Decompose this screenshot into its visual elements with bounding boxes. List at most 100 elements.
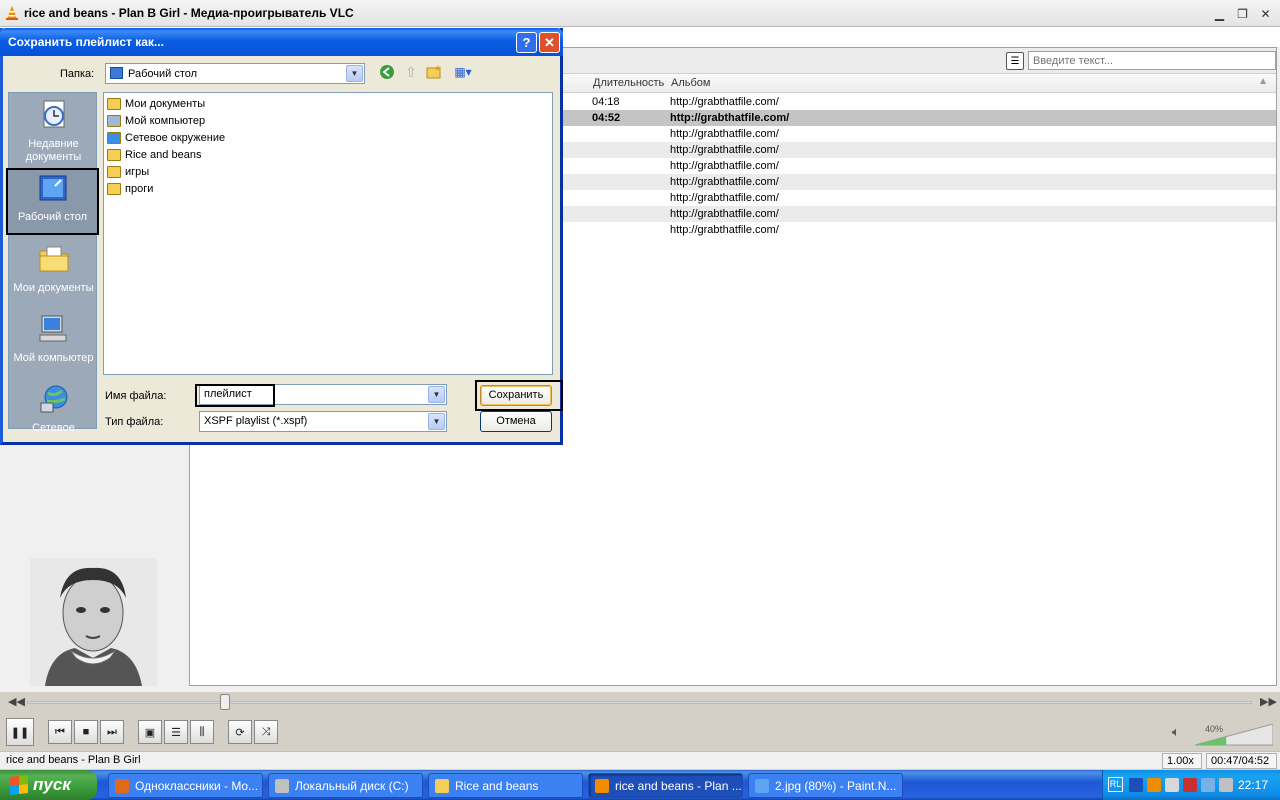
seek-bar: ◀◀ ▶▶ — [0, 692, 1280, 712]
column-duration[interactable]: Длительность — [593, 77, 664, 89]
taskbar-item[interactable]: Rice and beans — [428, 773, 583, 798]
playback-speed[interactable]: 1.00x — [1162, 753, 1202, 769]
folder-select[interactable]: Рабочий стол ▼ — [105, 63, 365, 84]
shuffle-button[interactable]: ⤨ — [254, 720, 278, 744]
status-text: rice and beans - Plan B Girl — [6, 754, 141, 766]
start-label: пуск — [33, 775, 71, 794]
next-button[interactable]: ⏭ — [100, 720, 124, 744]
list-item[interactable]: Мои документы — [107, 96, 205, 112]
network-icon — [107, 132, 121, 144]
my-documents-icon — [39, 246, 68, 272]
playlist-search-input[interactable] — [1028, 51, 1276, 70]
save-highlight — [475, 380, 563, 411]
restore-button[interactable]: ❐ — [1232, 3, 1253, 24]
new-folder-icon[interactable] — [424, 63, 444, 81]
list-item[interactable]: Сетевое окружение — [107, 130, 225, 146]
volume-tray-icon[interactable] — [1219, 778, 1233, 792]
list-item-label: Мои документы — [125, 98, 206, 110]
taskbar-item-label: Одноклассники - Mo... — [135, 778, 259, 793]
extended-settings-button[interactable]: ⫼ — [190, 720, 214, 744]
column-album[interactable]: Альбом — [671, 77, 710, 89]
list-item[interactable]: проги — [107, 181, 153, 197]
row-album: http://grabthatfile.com/ — [670, 176, 779, 188]
system-tray: RL 22:17 — [1102, 770, 1280, 800]
loop-button[interactable]: ⟳ — [228, 720, 252, 744]
list-item-label: игры — [125, 166, 150, 178]
save-playlist-dialog: Сохранить плейлист как... ? ✕ Папка: Раб… — [0, 28, 563, 445]
taskbar-item[interactable]: 2.jpg (80%) - Paint.N... — [748, 773, 903, 798]
row-album: http://grabthatfile.com/ — [670, 112, 790, 124]
album-art — [30, 558, 157, 686]
close-window-button[interactable]: ✕ — [1255, 3, 1276, 24]
language-indicator[interactable]: RL — [1108, 777, 1123, 792]
pause-button[interactable]: ❚❚ — [6, 718, 34, 746]
filename-highlight — [195, 384, 275, 407]
seek-track[interactable] — [27, 701, 1252, 704]
row-duration: 04:52 — [592, 112, 621, 124]
antivirus-icon[interactable] — [1183, 778, 1197, 792]
list-item[interactable]: Rice and beans — [107, 147, 201, 163]
seek-knob[interactable] — [220, 694, 231, 710]
filetype-select[interactable]: XSPF playlist (*.xspf) ▼ — [199, 411, 447, 432]
folder-icon — [435, 778, 449, 793]
fullscreen-button[interactable]: ▣ — [138, 720, 162, 744]
playlist-toggle-button[interactable]: ☰ — [164, 720, 188, 744]
previous-button[interactable]: ⏮ — [48, 720, 72, 744]
seek-back-icon[interactable]: ◀◀ — [8, 695, 25, 708]
view-menu-icon[interactable]: ▦▾ — [450, 63, 476, 81]
taskbar-item[interactable]: Локальный диск (C:) — [268, 773, 423, 798]
taskbar-item-label: 2.jpg (80%) - Paint.N... — [775, 778, 897, 793]
stop-button[interactable]: ■ — [74, 720, 98, 744]
taskbar-item[interactable]: Одноклассники - Mo... — [108, 773, 263, 798]
row-album: http://grabthatfile.com/ — [670, 160, 779, 172]
chevron-down-icon[interactable]: ▼ — [428, 413, 445, 430]
seek-forward-icon[interactable]: ▶▶ — [1260, 695, 1277, 708]
place-network[interactable]: Сетевое — [9, 383, 98, 435]
back-icon[interactable] — [377, 63, 397, 81]
tray-arrow-icon[interactable] — [1129, 778, 1143, 792]
playlist-view-icon[interactable]: ☰ — [1006, 52, 1024, 70]
place-desktop[interactable]: Рабочий стол — [6, 168, 99, 235]
chevron-down-icon[interactable]: ▼ — [346, 65, 363, 82]
tray-icon[interactable] — [1165, 778, 1179, 792]
help-button[interactable]: ? — [516, 32, 537, 53]
my-documents-icon — [107, 98, 121, 110]
volume-percent: 40% — [1205, 724, 1224, 734]
chevron-down-icon[interactable]: ▼ — [428, 386, 445, 403]
close-dialog-button[interactable]: ✕ — [539, 32, 560, 53]
folder-select-value: Рабочий стол — [128, 68, 198, 80]
folder-icon — [107, 166, 121, 178]
place-recent[interactable]: Недавние документы — [9, 99, 98, 164]
filetype-value: XSPF playlist (*.xspf) — [204, 415, 308, 427]
list-item[interactable]: игры — [107, 164, 149, 180]
vlc-tray-icon[interactable] — [1147, 778, 1161, 792]
sort-arrow-icon: ▲ — [1258, 76, 1268, 87]
network-tray-icon[interactable] — [1201, 778, 1215, 792]
row-album: http://grabthatfile.com/ — [670, 96, 779, 108]
place-label: Сетевое — [32, 422, 75, 434]
taskbar-item-label: Rice and beans — [455, 778, 539, 793]
row-album: http://grabthatfile.com/ — [670, 208, 779, 220]
list-item-label: Сетевое окружение — [125, 132, 226, 144]
cancel-button[interactable]: Отмена — [480, 411, 552, 432]
place-label: Рабочий стол — [17, 211, 88, 223]
taskbar: пуск Одноклассники - Mo... Локальный диск… — [0, 770, 1280, 800]
vlc-titlebar: rice and beans - Plan B Girl - Медиа-про… — [0, 0, 1280, 27]
filename-label: Имя файла: — [105, 390, 167, 402]
minimize-button[interactable]: ▁ — [1209, 3, 1230, 24]
desktop-icon — [39, 175, 66, 201]
folder-label: Папка: — [60, 68, 95, 80]
start-button[interactable]: пуск — [0, 770, 97, 800]
drive-icon — [275, 778, 289, 793]
speaker-icon[interactable]: 🔈︎ — [1172, 724, 1180, 740]
taskbar-item[interactable]: rice and beans - Plan ... — [588, 773, 743, 798]
my-computer-icon — [107, 115, 121, 127]
place-my-documents[interactable]: Мои документы — [9, 243, 98, 295]
up-folder-icon[interactable]: ⇧ — [401, 63, 421, 81]
list-item[interactable]: Мой компьютер — [107, 113, 205, 129]
filetype-label: Тип файла: — [105, 416, 164, 428]
time-display[interactable]: 00:47/04:52 — [1206, 753, 1277, 769]
row-album: http://grabthatfile.com/ — [670, 144, 779, 156]
place-my-computer[interactable]: Мой компьютер — [9, 313, 98, 365]
desktop-small-icon — [110, 67, 123, 79]
